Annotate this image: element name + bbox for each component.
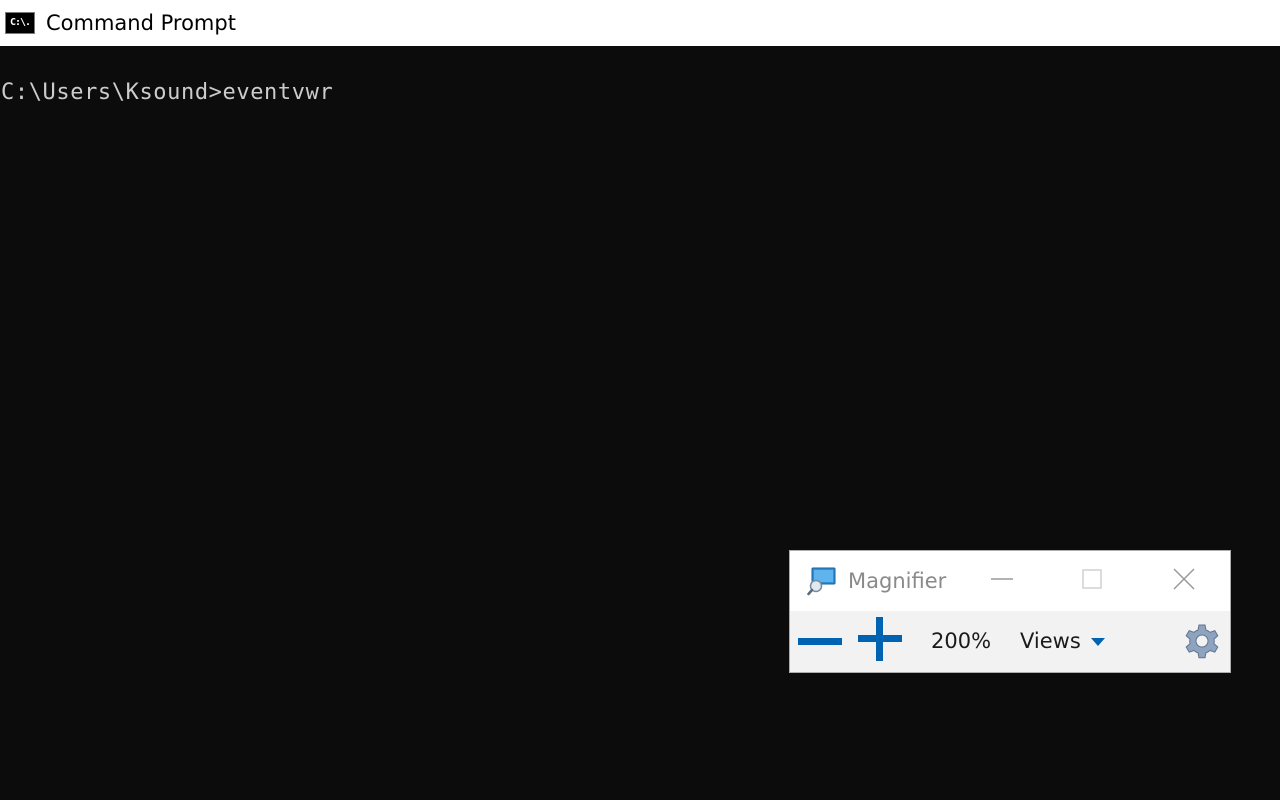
maximize-button — [1072, 561, 1112, 601]
minus-icon — [798, 633, 842, 652]
console-area[interactable]: C:\Users\Ksound>eventvwr — [0, 46, 1280, 800]
maximize-icon — [1080, 567, 1104, 595]
zoom-level: 200% — [931, 629, 992, 653]
magnifier-window[interactable]: Magnifier 200% Views — [789, 550, 1231, 673]
zoom-in-button[interactable] — [856, 617, 904, 665]
magnifier-title: Magnifier — [848, 569, 947, 593]
magnifier-toolbar: 200% Views — [790, 611, 1230, 672]
plus-icon — [858, 617, 902, 665]
window-title: Command Prompt — [46, 11, 236, 35]
cmd-titlebar[interactable]: C:\. Command Prompt — [0, 0, 1280, 46]
console-line: C:\Users\Ksound>eventvwr — [1, 80, 334, 105]
gear-icon — [1184, 623, 1220, 663]
views-label: Views — [1020, 629, 1081, 653]
minimize-icon — [990, 567, 1014, 595]
close-button[interactable] — [1164, 561, 1204, 601]
close-icon — [1172, 567, 1196, 595]
cmd-icon: C:\. — [5, 12, 35, 34]
zoom-out-button[interactable] — [796, 621, 844, 663]
views-dropdown[interactable]: Views — [1020, 623, 1105, 659]
minimize-button[interactable] — [982, 561, 1022, 601]
magnifier-titlebar[interactable]: Magnifier — [790, 551, 1230, 611]
caret-down-icon — [1090, 632, 1105, 651]
settings-button[interactable] — [1182, 623, 1222, 663]
magnifier-icon — [807, 566, 837, 596]
